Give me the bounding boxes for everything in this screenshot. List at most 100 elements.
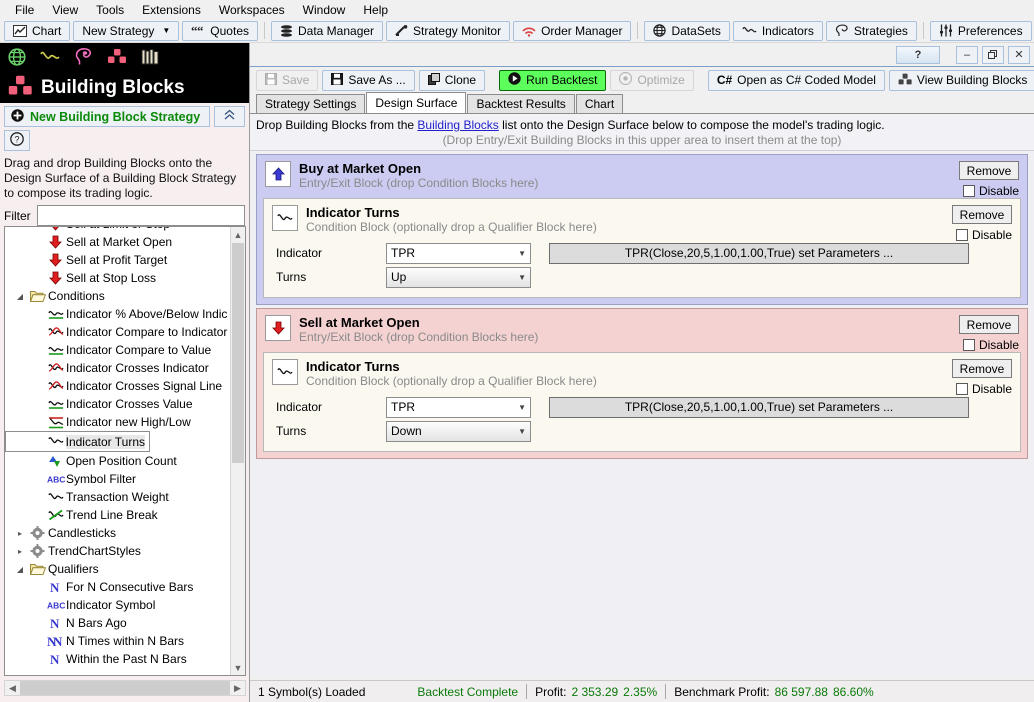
tree-expander-icon[interactable]: ▸: [13, 529, 27, 538]
tree-item[interactable]: Transaction Weight: [5, 488, 231, 506]
tree-item[interactable]: Indicator Crosses Signal Line: [5, 377, 231, 395]
turns-select[interactable]: Up ▼: [386, 266, 531, 288]
window-close-button[interactable]: ✕: [1008, 45, 1030, 64]
scroll-up-arrow-icon[interactable]: ▲: [231, 227, 245, 242]
blocks-icon[interactable]: [107, 48, 127, 68]
tree-vertical-scrollbar[interactable]: ▲ ▼: [230, 227, 245, 675]
set-parameters-button[interactable]: TPR(Close,20,5,1.00,1.00,True) set Param…: [549, 396, 969, 418]
tree-item[interactable]: NNN Times within N Bars: [5, 632, 231, 650]
toolbar-button-data-manager[interactable]: Data Manager: [271, 20, 384, 41]
run-backtest-button[interactable]: Run Backtest: [499, 69, 607, 91]
tree-item[interactable]: Indicator new High/Low: [5, 413, 231, 431]
tree-item[interactable]: Indicator Crosses Indicator: [5, 359, 231, 377]
condition-block[interactable]: Indicator Turns Condition Block (optional…: [263, 352, 1021, 452]
save-button[interactable]: Save: [256, 69, 319, 91]
toolbar-button-preferences[interactable]: Preferences: [929, 20, 1032, 41]
tree-item[interactable]: Sell at Market Open: [5, 233, 231, 251]
remove-button[interactable]: Remove: [952, 359, 1012, 378]
clone-button[interactable]: Clone: [418, 69, 486, 91]
save-as-button[interactable]: Save As ...: [322, 69, 415, 91]
tree-item[interactable]: Indicator % Above/Below Indic: [5, 305, 231, 323]
tree-horizontal-scrollbar[interactable]: ◀ ▶: [4, 680, 246, 696]
menu-item-workspaces[interactable]: Workspaces: [210, 1, 294, 19]
toolbar-button-order-manager[interactable]: Order Manager: [513, 20, 632, 41]
set-parameters-button[interactable]: TPR(Close,20,5,1.00,1.00,True) set Param…: [549, 242, 969, 264]
toolbar-button-datasets[interactable]: DataSets: [644, 20, 730, 41]
tab-chart[interactable]: Chart: [575, 94, 624, 113]
menu-item-extensions[interactable]: Extensions: [133, 1, 210, 19]
tree-item[interactable]: Sell at Profit Target: [5, 251, 231, 269]
tree-item[interactable]: N For N Consecutive Bars: [5, 578, 231, 596]
tree-folder[interactable]: ▸ Candlesticks: [5, 524, 231, 542]
open-as-csharp-button[interactable]: C# Open as C# Coded Model: [707, 69, 885, 91]
window-help-button[interactable]: ?: [896, 45, 940, 64]
toolbar-button-new-strategy[interactable]: New Strategy ▼: [73, 20, 180, 41]
tab-strategy-settings[interactable]: Strategy Settings: [256, 94, 366, 113]
tree-item[interactable]: Indicator Compare to Value: [5, 341, 231, 359]
tree-item[interactable]: N N Bars Ago: [5, 614, 231, 632]
window-restore-button[interactable]: [982, 45, 1004, 64]
disable-checkbox[interactable]: [962, 185, 975, 197]
disable-checkbox-row[interactable]: Disable: [962, 184, 1019, 198]
building-blocks-tree[interactable]: Sell at Limit or Stop Sell at Market Open…: [4, 226, 246, 676]
menu-item-tools[interactable]: Tools: [87, 1, 133, 19]
menu-item-view[interactable]: View: [43, 1, 87, 19]
help-button[interactable]: ?: [4, 130, 30, 151]
collapse-panel-button[interactable]: [214, 106, 245, 127]
menu-item-window[interactable]: Window: [294, 1, 355, 19]
tree-item[interactable]: Trend Line Break: [5, 506, 231, 524]
indicator-select[interactable]: TPR ▼: [386, 396, 531, 418]
hscroll-thumb[interactable]: [20, 681, 230, 695]
disable-checkbox[interactable]: [955, 229, 968, 241]
tree-folder[interactable]: ◢ Conditions: [5, 287, 231, 305]
optimize-button[interactable]: Optimize: [610, 69, 694, 91]
toolbar-button-chart[interactable]: Chart: [4, 20, 71, 41]
condition-block[interactable]: Indicator Turns Condition Block (optional…: [263, 198, 1021, 298]
tree-expander-icon[interactable]: ◢: [13, 292, 27, 301]
disable-checkbox-row[interactable]: Disable: [962, 338, 1019, 352]
tree-item[interactable]: Open Position Count: [5, 452, 231, 470]
building-blocks-link[interactable]: Building Blocks: [417, 118, 498, 132]
tree-item[interactable]: Sell at Limit or Stop: [5, 227, 231, 233]
scroll-thumb[interactable]: [232, 243, 244, 463]
remove-button[interactable]: Remove: [952, 205, 1012, 224]
remove-button[interactable]: Remove: [959, 161, 1019, 180]
toolbar-button-quotes[interactable]: ““ Quotes: [182, 20, 258, 41]
tree-item[interactable]: Indicator Compare to Indicator: [5, 323, 231, 341]
new-building-block-strategy-button[interactable]: New Building Block Strategy: [4, 106, 210, 127]
tree-item[interactable]: Indicator Crosses Value: [5, 395, 231, 413]
tab-design-surface[interactable]: Design Surface: [366, 92, 467, 113]
books-icon[interactable]: [141, 48, 160, 68]
turns-select[interactable]: Down ▼: [386, 420, 531, 442]
disable-checkbox[interactable]: [962, 339, 975, 351]
disable-checkbox-row[interactable]: Disable: [955, 382, 1012, 396]
tree-expander-icon[interactable]: ◢: [13, 565, 27, 574]
scroll-right-arrow-icon[interactable]: ▶: [230, 683, 245, 694]
window-minimize-button[interactable]: –: [956, 45, 978, 64]
entry-exit-block-buy[interactable]: Buy at Market Open Entry/Exit Block (drop…: [256, 154, 1028, 305]
tree-expander-icon[interactable]: ▸: [13, 547, 27, 556]
menu-item-file[interactable]: File: [6, 1, 43, 19]
disable-checkbox[interactable]: [955, 383, 968, 395]
scroll-down-arrow-icon[interactable]: ▼: [231, 660, 245, 675]
tree-folder[interactable]: ▸ TrendChartStyles: [5, 542, 231, 560]
brain-icon[interactable]: [74, 47, 93, 69]
tree-item[interactable]: Indicator Turns: [5, 431, 150, 452]
menu-item-help[interactable]: Help: [354, 1, 397, 19]
toolbar-button-strategies[interactable]: Strategies: [825, 20, 917, 41]
view-building-blocks-button[interactable]: View Building Blocks: [888, 69, 1034, 91]
tree-folder[interactable]: ◢ Qualifiers: [5, 560, 231, 578]
disable-checkbox-row[interactable]: Disable: [955, 228, 1012, 242]
design-surface[interactable]: Buy at Market Open Entry/Exit Block (drop…: [250, 151, 1034, 675]
remove-button[interactable]: Remove: [959, 315, 1019, 334]
tree-item[interactable]: N Within the Past N Bars: [5, 650, 231, 668]
scroll-left-arrow-icon[interactable]: ◀: [5, 683, 20, 694]
tree-item[interactable]: Sell at Stop Loss: [5, 269, 231, 287]
toolbar-button-indicators[interactable]: Indicators: [732, 20, 823, 41]
filter-input[interactable]: [36, 205, 245, 226]
wave-icon[interactable]: [40, 49, 60, 68]
entry-exit-block-sell[interactable]: Sell at Market Open Entry/Exit Block (dro…: [256, 308, 1028, 459]
tree-item[interactable]: ABC Symbol Filter: [5, 470, 231, 488]
globe-icon[interactable]: [8, 47, 26, 69]
tab-backtest-results[interactable]: Backtest Results: [467, 94, 575, 113]
